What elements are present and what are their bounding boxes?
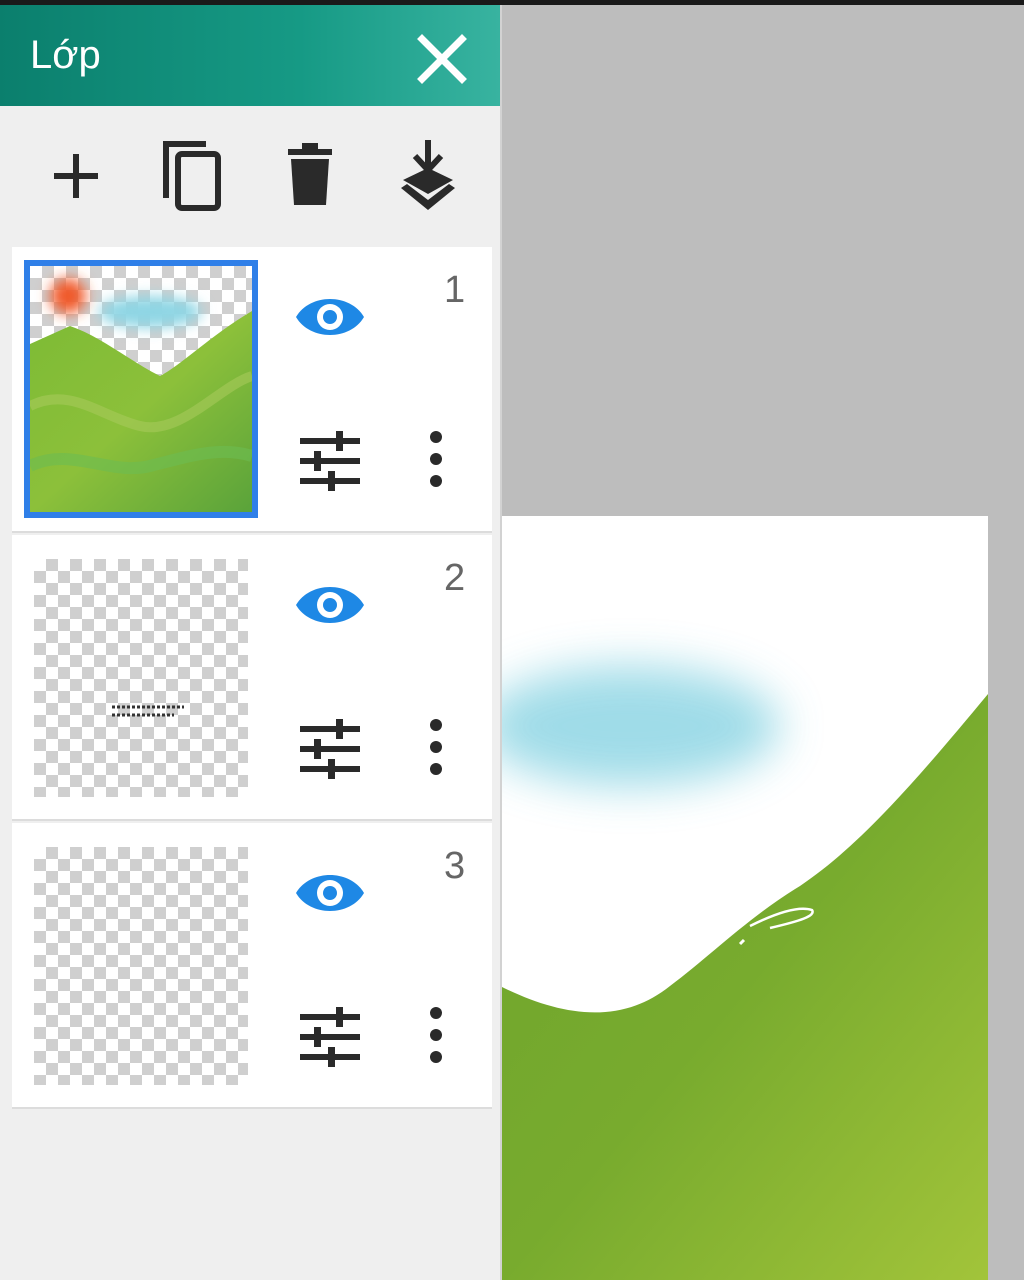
layer-number: 3 [444,845,466,887]
layers-panel: Lớp 1 2 3 [0,5,502,1280]
thumbnail-scribble [112,705,184,717]
visibility-toggle[interactable] [294,863,366,923]
trash-icon [288,143,332,205]
merge-down-icon [401,140,455,210]
layer-settings-button[interactable] [298,1003,362,1067]
canvas-area[interactable] [500,5,1024,1280]
visibility-toggle[interactable] [294,575,366,635]
sliders-icon [300,431,360,491]
layer-settings-button[interactable] [298,427,362,491]
eye-icon [296,587,364,623]
layer-number: 1 [444,269,466,311]
delete-layer-button[interactable] [270,136,350,216]
sliders-icon [300,1007,360,1067]
eye-icon [296,875,364,911]
eye-icon [296,299,364,335]
layer-toolbar [0,106,500,246]
thumbnail-art [30,278,252,512]
duplicate-layer-button[interactable] [150,136,230,216]
add-layer-button[interactable] [36,136,116,216]
layer-more-button[interactable] [416,427,456,491]
panel-header: Lớp [0,5,500,106]
layer-more-button[interactable] [416,715,456,779]
sliders-icon [300,719,360,779]
layer-item[interactable]: 3 [12,823,492,1109]
hill-shape [500,694,988,1280]
layer-thumbnail[interactable] [34,559,248,797]
layer-item[interactable]: 1 [12,247,492,533]
layer-settings-button[interactable] [298,715,362,779]
artwork [500,666,988,1280]
plus-icon [54,154,98,198]
visibility-toggle[interactable] [294,287,366,347]
more-vert-icon [430,1007,442,1063]
panel-title: Lớp [30,33,101,77]
layer-more-button[interactable] [416,1003,456,1067]
layer-thumbnail-selected[interactable] [24,260,258,518]
more-vert-icon [430,431,442,487]
layer-thumbnail[interactable] [34,847,248,1085]
more-vert-icon [430,719,442,775]
cloud-shape [500,666,780,786]
close-button[interactable] [408,25,476,93]
layer-number: 2 [444,557,466,599]
copy-icon [163,141,221,211]
merge-down-button[interactable] [388,136,468,216]
close-icon [417,34,467,84]
layer-item[interactable]: 2 [12,535,492,821]
artboard[interactable] [500,516,988,1280]
